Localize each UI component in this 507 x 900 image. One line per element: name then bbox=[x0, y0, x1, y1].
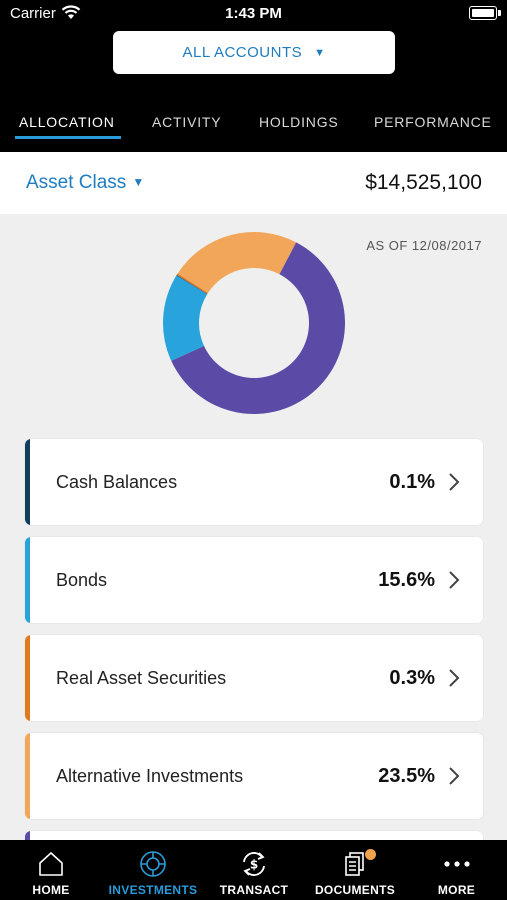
allocation-name: Alternative Investments bbox=[56, 766, 244, 786]
caret-down-icon: ▼ bbox=[314, 46, 326, 59]
allocation-percent: 23.5% bbox=[378, 765, 435, 787]
category-color-bar bbox=[25, 439, 30, 525]
nav-label: MORE bbox=[437, 883, 476, 897]
tab-performance[interactable]: PERFORMANCE bbox=[374, 114, 492, 130]
chevron-right-icon bbox=[449, 473, 460, 491]
caret-down-icon: ▼ bbox=[132, 175, 145, 189]
asset-class-selector[interactable]: Asset Class ▼ bbox=[26, 172, 144, 194]
investments-icon bbox=[140, 851, 166, 877]
notification-badge bbox=[365, 849, 376, 860]
tab-activity[interactable]: ACTIVITY bbox=[152, 114, 221, 130]
total-value: $14,525,100 bbox=[365, 171, 482, 194]
allocation-card-cash-balances[interactable]: Cash Balances 0.1% bbox=[25, 439, 483, 525]
allocation-card-real-asset-securities[interactable]: Real Asset Securities 0.3% bbox=[25, 635, 483, 721]
allocation-name: Real Asset Securities bbox=[56, 668, 227, 688]
allocation-percent: 0.1% bbox=[389, 471, 435, 493]
transact-icon: $ bbox=[243, 852, 265, 876]
nav-label: DOCUMENTS bbox=[314, 883, 396, 897]
allocation-name: Bonds bbox=[56, 570, 108, 590]
tab-allocation[interactable]: ALLOCATION bbox=[19, 114, 115, 130]
home-icon bbox=[39, 852, 63, 876]
asset-class-bar: Asset Class ▼ $14,525,100 bbox=[0, 152, 507, 214]
all-accounts-label: ALL ACCOUNTS bbox=[182, 44, 303, 61]
nav-documents[interactable]: DOCUMENTS bbox=[304, 840, 406, 900]
more-icon bbox=[443, 861, 470, 867]
battery-icon bbox=[469, 6, 501, 20]
category-color-bar bbox=[25, 635, 30, 721]
allocation-donut-chart bbox=[163, 232, 345, 414]
nav-label: HOME bbox=[32, 883, 70, 897]
category-color-bar bbox=[25, 537, 30, 623]
nav-transact[interactable]: $ TRANSACT bbox=[204, 840, 304, 900]
allocation-card-bonds[interactable]: Bonds 15.6% bbox=[25, 537, 483, 623]
category-color-bar bbox=[25, 733, 30, 819]
all-accounts-button[interactable]: ALL ACCOUNTS ▼ bbox=[113, 31, 395, 74]
clock: 1:43 PM bbox=[225, 5, 282, 22]
nav-more[interactable]: MORE bbox=[406, 840, 507, 900]
allocation-card-alternative-investments[interactable]: Alternative Investments 23.5% bbox=[25, 733, 483, 819]
svg-text:$: $ bbox=[250, 858, 258, 872]
nav-label: INVESTMENTS bbox=[108, 883, 198, 897]
top-header: Carrier 1:43 PM ALL ACCOUNTS ▼ ALLOCATIO… bbox=[0, 0, 507, 152]
donut-segment bbox=[177, 232, 297, 294]
nav-home[interactable]: HOME bbox=[0, 840, 102, 900]
active-tab-indicator bbox=[15, 136, 121, 139]
tab-holdings[interactable]: HOLDINGS bbox=[259, 114, 339, 130]
chevron-right-icon bbox=[449, 669, 460, 687]
allocation-name: Cash Balances bbox=[56, 472, 178, 492]
chevron-right-icon bbox=[449, 767, 460, 785]
allocation-percent: 0.3% bbox=[389, 667, 435, 689]
bottom-nav: HOME INVESTMENTS $ TRANSACT DOCUMENTS MO… bbox=[0, 840, 507, 900]
as-of-date: AS OF 12/08/2017 bbox=[366, 238, 482, 253]
nav-label: TRANSACT bbox=[219, 883, 289, 897]
status-bar: Carrier 1:43 PM bbox=[0, 0, 507, 28]
allocation-percent: 15.6% bbox=[378, 569, 435, 591]
asset-class-label: Asset Class bbox=[26, 172, 127, 193]
chevron-right-icon bbox=[449, 571, 460, 589]
nav-investments[interactable]: INVESTMENTS bbox=[102, 840, 204, 900]
